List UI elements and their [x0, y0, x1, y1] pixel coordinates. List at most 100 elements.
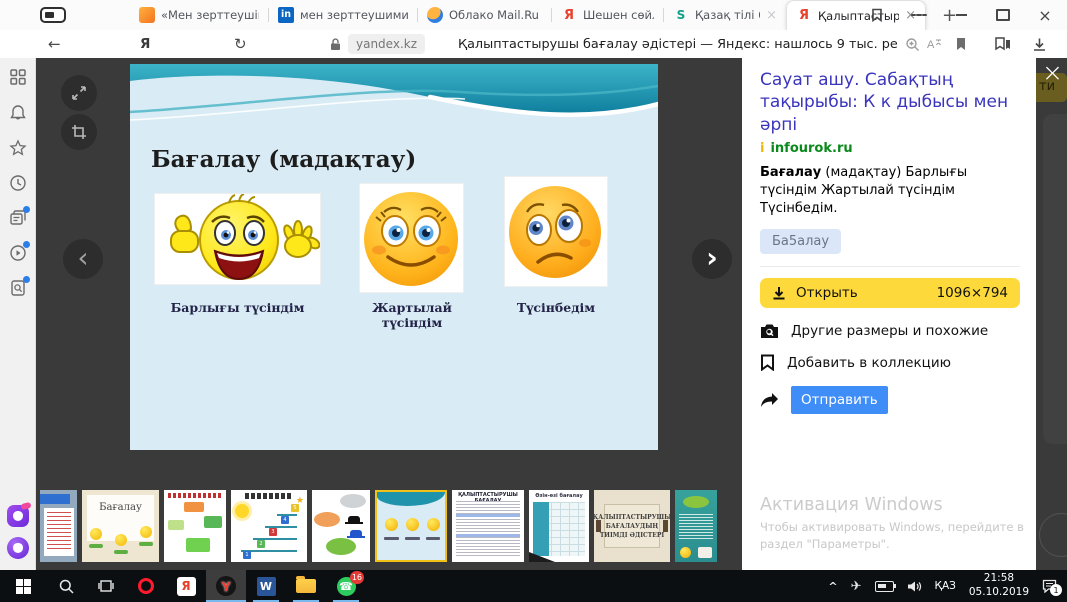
- battery-icon[interactable]: [875, 581, 894, 592]
- background-card-fragment: [1043, 114, 1067, 444]
- video-play-icon[interactable]: [9, 244, 27, 262]
- stud-favicon-icon: S: [673, 7, 689, 23]
- similar-sizes-label: Другие размеры и похожие: [791, 323, 988, 339]
- next-image-button[interactable]: ›: [692, 239, 732, 279]
- collections-icon[interactable]: [994, 35, 1012, 53]
- tab-strip: «Мен зерттеушімін» in мен зерттеушимин О…: [0, 0, 1067, 31]
- translate-icon[interactable]: A: [925, 35, 943, 53]
- thumbnail-flowchart-slide[interactable]: [164, 490, 226, 562]
- back-button[interactable]: ←: [48, 30, 61, 58]
- thumbnail-bagalau-slide[interactable]: Бағалау: [82, 490, 159, 562]
- thumbnail-methods-title-slide[interactable]: ҚАЛЫПТАСТЫРУШЫ БАҒАЛАУДЫҢ ТИІМДІ ӘДІСТЕР…: [594, 490, 670, 562]
- tab-kazak-tili[interactable]: S Қазақ тілі 6 сынып. ×: [664, 0, 786, 30]
- volume-icon[interactable]: [907, 580, 922, 593]
- omnibox-page-title[interactable]: Қалыптастырушы бағалау әдістері — Яндекс…: [458, 30, 898, 58]
- thumbnail-strip: Бағалау ★: [40, 490, 746, 564]
- image-title-link[interactable]: Сауат ашу. Сабақтың тақырыбы: К к дыбысы…: [760, 69, 1020, 136]
- fullscreen-button[interactable]: [61, 75, 97, 111]
- reload-button[interactable]: ↻: [234, 30, 247, 58]
- tab-mailru-cloud[interactable]: Облако Mail.Ru - обл: [418, 0, 551, 30]
- caption-all-understood: Барлығы түсіндім: [160, 300, 315, 315]
- bookmarks-panel-icon[interactable]: [869, 7, 885, 23]
- share-arrow-icon: [760, 392, 779, 408]
- share-label: Отправить: [791, 386, 888, 414]
- caption-partially-understood: Жартылай түсіндім: [342, 300, 482, 330]
- open-label: Открыть: [796, 285, 858, 301]
- airplane-mode-icon[interactable]: ✈: [851, 579, 862, 594]
- windows-taskbar: Я Y W ☎ 16 ^ ✈ ҚАЗ 21:58 05.10.2019 1: [0, 570, 1067, 602]
- thumbnail-assessment-table-slide[interactable]: Өзін-өзі бағалау: [529, 490, 589, 562]
- image-viewer-overlay: Бағалау (мадақтау): [37, 58, 1067, 570]
- close-viewer-button[interactable]: ×: [1042, 60, 1063, 85]
- thumbnail-stairs-slide[interactable]: ★ 1 2 3 4 5: [231, 490, 307, 562]
- opera-icon[interactable]: [126, 570, 166, 602]
- tab-panel-button[interactable]: [40, 7, 66, 23]
- collections-cards-icon[interactable]: [9, 209, 27, 227]
- whatsapp-icon[interactable]: ☎ 16: [326, 570, 366, 602]
- chart-favicon-icon: [139, 7, 155, 23]
- zoom-icon[interactable]: [903, 35, 921, 53]
- download-icon: [772, 286, 786, 301]
- keyboard-language[interactable]: ҚАЗ: [935, 580, 956, 592]
- main-image[interactable]: Бағалау (мадақтау): [130, 64, 658, 450]
- add-to-collection-button[interactable]: Добавить в коллекцию: [760, 354, 1020, 371]
- tray-expand-icon[interactable]: ^: [828, 580, 837, 593]
- task-view-button[interactable]: [86, 570, 126, 602]
- yandex-old-browser-icon[interactable]: Я: [166, 570, 206, 602]
- share-button[interactable]: Отправить: [760, 386, 1020, 414]
- tab-label: Қазақ тілі 6 сынып.: [695, 8, 760, 22]
- open-button[interactable]: Открыть 1096×794: [760, 278, 1020, 308]
- thumbnail-green-slide[interactable]: [675, 490, 717, 562]
- thumbnail-table-slide[interactable]: [40, 490, 77, 562]
- word-icon[interactable]: W: [246, 570, 286, 602]
- start-button[interactable]: [0, 570, 46, 602]
- yandex-favicon-icon: Я: [796, 8, 812, 24]
- history-clock-icon[interactable]: [9, 174, 27, 192]
- close-window-button[interactable]: ×: [1037, 7, 1053, 23]
- yandex-home-button[interactable]: Я: [140, 30, 150, 58]
- minimize-button[interactable]: [953, 7, 969, 23]
- source-host: infourok.ru: [770, 141, 852, 156]
- action-center-icon[interactable]: 1: [1042, 579, 1057, 593]
- thumbnail-hats-slide[interactable]: [312, 490, 370, 562]
- notifications-bell-icon[interactable]: [9, 104, 27, 122]
- address-toolbar: ← Я ↻ yandex.kz Қалыптастырушы бағалау ә…: [0, 30, 1067, 58]
- bookmark-flag-icon[interactable]: [952, 35, 970, 53]
- tab-men-zertteushimin[interactable]: «Мен зерттеушімін»: [130, 0, 268, 30]
- download-icon[interactable]: [1030, 35, 1048, 53]
- sidebar-rail: [0, 58, 36, 570]
- tab-linkedin[interactable]: in мен зерттеушимин: [269, 0, 417, 30]
- menu-icon[interactable]: [911, 7, 927, 23]
- notification-dot: [23, 276, 30, 283]
- tag-chip[interactable]: Ба5алау: [760, 229, 841, 254]
- tab-close-icon[interactable]: ×: [766, 9, 777, 22]
- previous-image-button[interactable]: ‹: [63, 239, 103, 279]
- messenger-icon[interactable]: [7, 505, 29, 527]
- browser-window: «Мен зерттеушімін» in мен зерттеушимин О…: [0, 0, 1067, 602]
- clock[interactable]: 21:58 05.10.2019: [969, 572, 1029, 599]
- tab-sheshen-soyleu[interactable]: Я Шешен сөйлеудің қ: [552, 0, 663, 30]
- maximize-button[interactable]: [995, 7, 1011, 23]
- crop-button[interactable]: [61, 114, 97, 150]
- thumbnail-document-slide[interactable]: ҚАЛЫПТАСТЫРУШЫ БАҒАЛАУ: [452, 490, 524, 562]
- happy-smiley-image: [155, 194, 320, 284]
- search-page-icon[interactable]: [9, 279, 27, 297]
- file-explorer-icon[interactable]: [286, 570, 326, 602]
- yandex-browser-icon-active[interactable]: Y: [206, 570, 246, 602]
- bookmarks-star-icon[interactable]: [9, 139, 27, 157]
- background-circle-fragment: [1039, 513, 1067, 557]
- lock-icon: [330, 30, 341, 58]
- cloud-favicon-icon: [427, 7, 443, 23]
- image-resolution: 1096×794: [937, 285, 1008, 301]
- url-host[interactable]: yandex.kz: [348, 34, 425, 54]
- alice-assistant-icon[interactable]: [7, 537, 29, 559]
- similar-sizes-button[interactable]: Другие размеры и похожие: [760, 323, 1020, 339]
- source-site-link[interactable]: i infourok.ru: [760, 141, 1020, 156]
- yandex-favicon-icon: Я: [561, 7, 577, 23]
- apps-grid-icon[interactable]: [9, 68, 27, 86]
- add-to-collection-label: Добавить в коллекцию: [787, 355, 951, 371]
- search-button[interactable]: [46, 570, 86, 602]
- thumbnail-current-slide-selected[interactable]: [375, 490, 447, 562]
- caption-not-understood: Түсінбедім: [486, 300, 626, 315]
- sad-smiley-image: [505, 177, 607, 286]
